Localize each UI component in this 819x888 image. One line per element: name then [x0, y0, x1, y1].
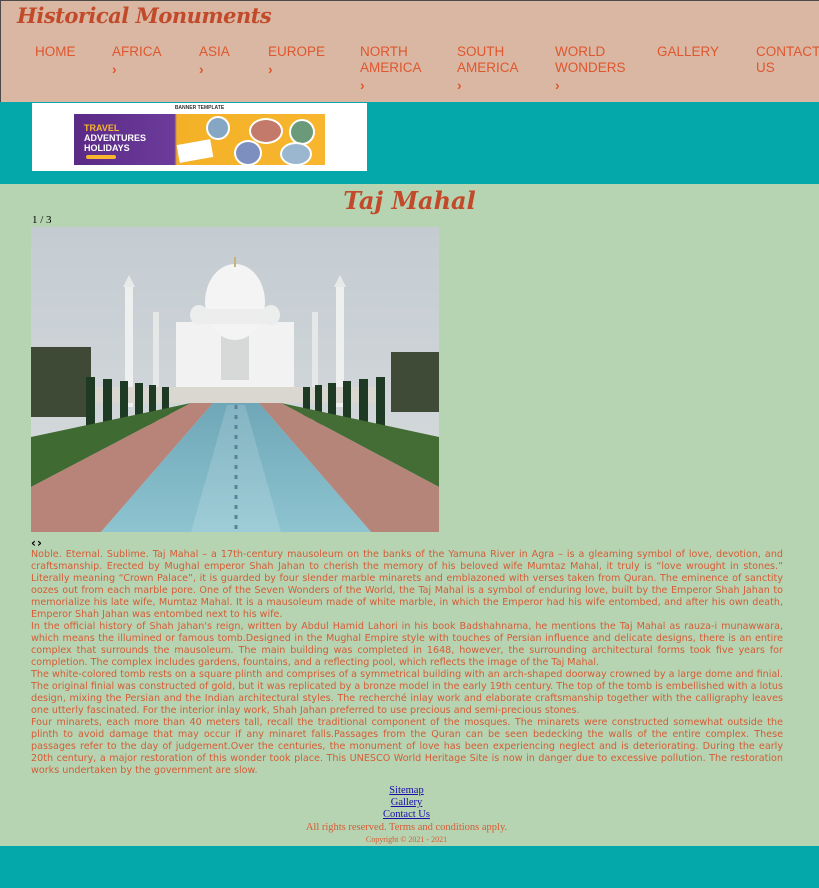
article-body: Noble. Eternal. Sublime. Taj Mahal – a 1… — [31, 549, 783, 777]
chevron-right-icon: › — [112, 61, 117, 77]
chevron-right-icon: › — [555, 77, 560, 93]
footer-copyright: Copyright © 2021 - 2021 — [365, 835, 448, 844]
article-paragraph: Noble. Eternal. Sublime. Taj Mahal – a 1… — [31, 549, 783, 620]
photo-circle — [280, 142, 312, 166]
photo-circle — [249, 118, 283, 144]
nav-item-europe[interactable]: EUROPE › — [268, 44, 325, 78]
banner-line-3: HOLIDAYS — [84, 143, 130, 153]
nav-item-contact-us[interactable]: CONTACT US — [756, 44, 819, 76]
slideshow-controls: ‹› — [31, 536, 43, 550]
footer-link-contact-us[interactable]: Contact Us — [0, 809, 813, 821]
nav-item-north-america[interactable]: NORTH AMERICA › — [360, 44, 426, 94]
nav-item-africa[interactable]: AFRICA › — [112, 44, 162, 78]
nav-item-gallery[interactable]: GALLERY — [657, 44, 719, 60]
article-paragraph: The white-colored tomb rests on a square… — [31, 669, 783, 716]
site-footer: Sitemap Gallery Contact Us All rights re… — [0, 785, 813, 846]
taj-mahal-photo — [31, 227, 439, 532]
nav-label: GALLERY — [657, 44, 720, 59]
nav-label: ASIA — [199, 44, 230, 59]
chevron-right-icon: › — [457, 77, 462, 93]
banner-line-1: TRAVEL — [84, 123, 120, 133]
chevron-right-icon: › — [199, 61, 204, 77]
footer-link-gallery[interactable]: Gallery — [0, 797, 813, 809]
footer-rights: All rights reserved. Terms and condition… — [305, 822, 508, 833]
footer-link-sitemap[interactable]: Sitemap — [0, 785, 813, 797]
photo-circle — [206, 116, 230, 140]
banner-line-2: ADVENTURES — [84, 133, 147, 143]
site-header: Historical Monuments HOME AFRICA › ASIA … — [0, 0, 819, 102]
banner-headline: TRAVEL ADVENTURES HOLIDAYS — [84, 123, 146, 153]
nav-label: WORLD WONDERS — [555, 44, 626, 75]
slide-counter: 1 / 3 — [32, 214, 52, 226]
page-title: Taj Mahal — [343, 186, 476, 215]
banner-button-shape — [86, 155, 116, 159]
chevron-right-icon[interactable]: › — [37, 536, 43, 550]
site-title[interactable]: Historical Monuments — [17, 3, 272, 28]
photo-circle — [234, 140, 262, 166]
nav-item-home[interactable]: HOME — [35, 44, 76, 60]
chevron-right-icon: › — [268, 61, 273, 77]
travel-banner-image[interactable]: BANNER TEMPLATE TRAVEL ADVENTURES HOLIDA… — [32, 103, 367, 171]
banner-card: TRAVEL ADVENTURES HOLIDAYS — [74, 114, 325, 166]
article-paragraph: Four minarets, each more than 40 meters … — [31, 717, 783, 776]
nav-item-south-america[interactable]: SOUTH AMERICA › — [457, 44, 523, 94]
nav-label: HOME — [35, 44, 76, 59]
nav-item-asia[interactable]: ASIA › — [199, 44, 230, 78]
nav-label: NORTH AMERICA — [360, 44, 422, 75]
nav-item-world-wonders[interactable]: WORLD WONDERS › — [555, 44, 626, 94]
nav-label: SOUTH AMERICA — [457, 44, 519, 75]
nav-label: CONTACT US — [756, 44, 819, 75]
nav-label: EUROPE — [268, 44, 326, 59]
chevron-right-icon: › — [360, 77, 365, 93]
photo-circle — [289, 119, 315, 145]
note-card — [176, 139, 214, 163]
banner-caption: BANNER TEMPLATE — [174, 105, 225, 111]
nav-label: AFRICA — [112, 44, 162, 59]
article-paragraph: In the official history of Shah Jahan's … — [31, 621, 783, 668]
